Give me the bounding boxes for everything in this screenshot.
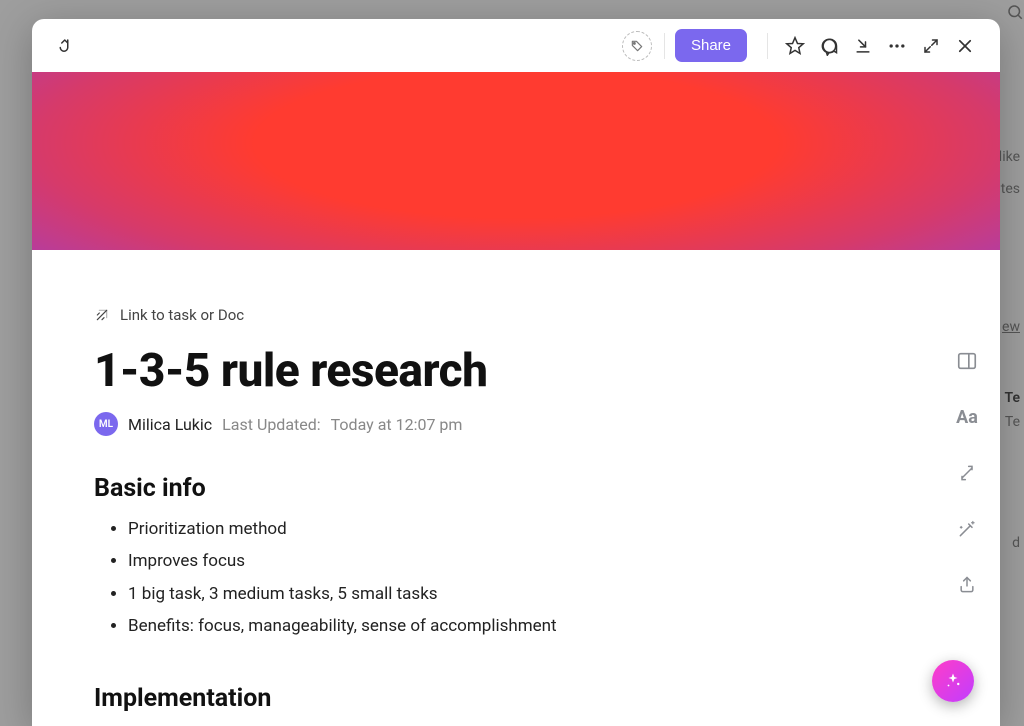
search-icon[interactable]	[1006, 3, 1024, 21]
comment-icon[interactable]	[812, 29, 846, 63]
doc-title[interactable]: 1-3-5 rule research	[94, 344, 850, 398]
section-heading-implementation[interactable]: Implementation	[94, 684, 850, 713]
bg-frag: Te	[1005, 390, 1021, 406]
doc-modal: Share Link to task or Doc	[32, 19, 1000, 726]
doc-body: Link to task or Doc 1-3-5 rule research …	[32, 250, 1000, 726]
link-to-task-button[interactable]: Link to task or Doc	[94, 306, 850, 324]
back-icon[interactable]	[50, 29, 84, 63]
close-icon[interactable]	[948, 29, 982, 63]
section-heading-basic-info[interactable]: Basic info	[94, 474, 850, 503]
author-name[interactable]: Milica Lukic	[128, 415, 212, 434]
bg-frag: like	[999, 149, 1020, 165]
link-arrow-icon	[94, 307, 110, 323]
doc-side-tools: Aa	[952, 346, 982, 600]
bg-frag: d	[1012, 535, 1020, 551]
magic-wand-icon[interactable]	[952, 514, 982, 544]
basic-info-list[interactable]: Prioritization method Improves focus 1 b…	[94, 513, 850, 642]
doc-toolbar: Share	[32, 19, 1000, 72]
share-button[interactable]: Share	[675, 29, 747, 62]
tag-icon[interactable]	[620, 29, 654, 63]
toolbar-divider	[767, 33, 768, 59]
toolbar-divider	[664, 33, 665, 59]
cover-image[interactable]	[32, 72, 1000, 250]
list-item[interactable]: 1 big task, 3 medium tasks, 5 small task…	[128, 578, 850, 610]
doc-byline: ML Milica Lukic Last Updated: Today at 1…	[94, 412, 850, 436]
layout-icon[interactable]	[952, 346, 982, 376]
export-icon[interactable]	[952, 570, 982, 600]
updated-value: Today at 12:07 pm	[331, 415, 463, 434]
bg-frag: Te	[1005, 414, 1020, 430]
list-item[interactable]: Benefits: focus, manageability, sense of…	[128, 610, 850, 642]
typography-icon[interactable]: Aa	[952, 402, 982, 432]
updated-label: Last Updated:	[222, 415, 320, 434]
ai-fab-button[interactable]	[932, 660, 974, 702]
more-icon[interactable]	[880, 29, 914, 63]
author-avatar[interactable]: ML	[94, 412, 118, 436]
ai-arrows-icon[interactable]	[952, 458, 982, 488]
bg-frag: tes	[1001, 181, 1020, 197]
expand-icon[interactable]	[914, 29, 948, 63]
download-icon[interactable]	[846, 29, 880, 63]
link-to-task-label: Link to task or Doc	[120, 306, 244, 324]
list-item[interactable]: Prioritization method	[128, 513, 850, 545]
star-icon[interactable]	[778, 29, 812, 63]
list-item[interactable]: Improves focus	[128, 545, 850, 577]
bg-frag: ew	[1002, 319, 1020, 335]
